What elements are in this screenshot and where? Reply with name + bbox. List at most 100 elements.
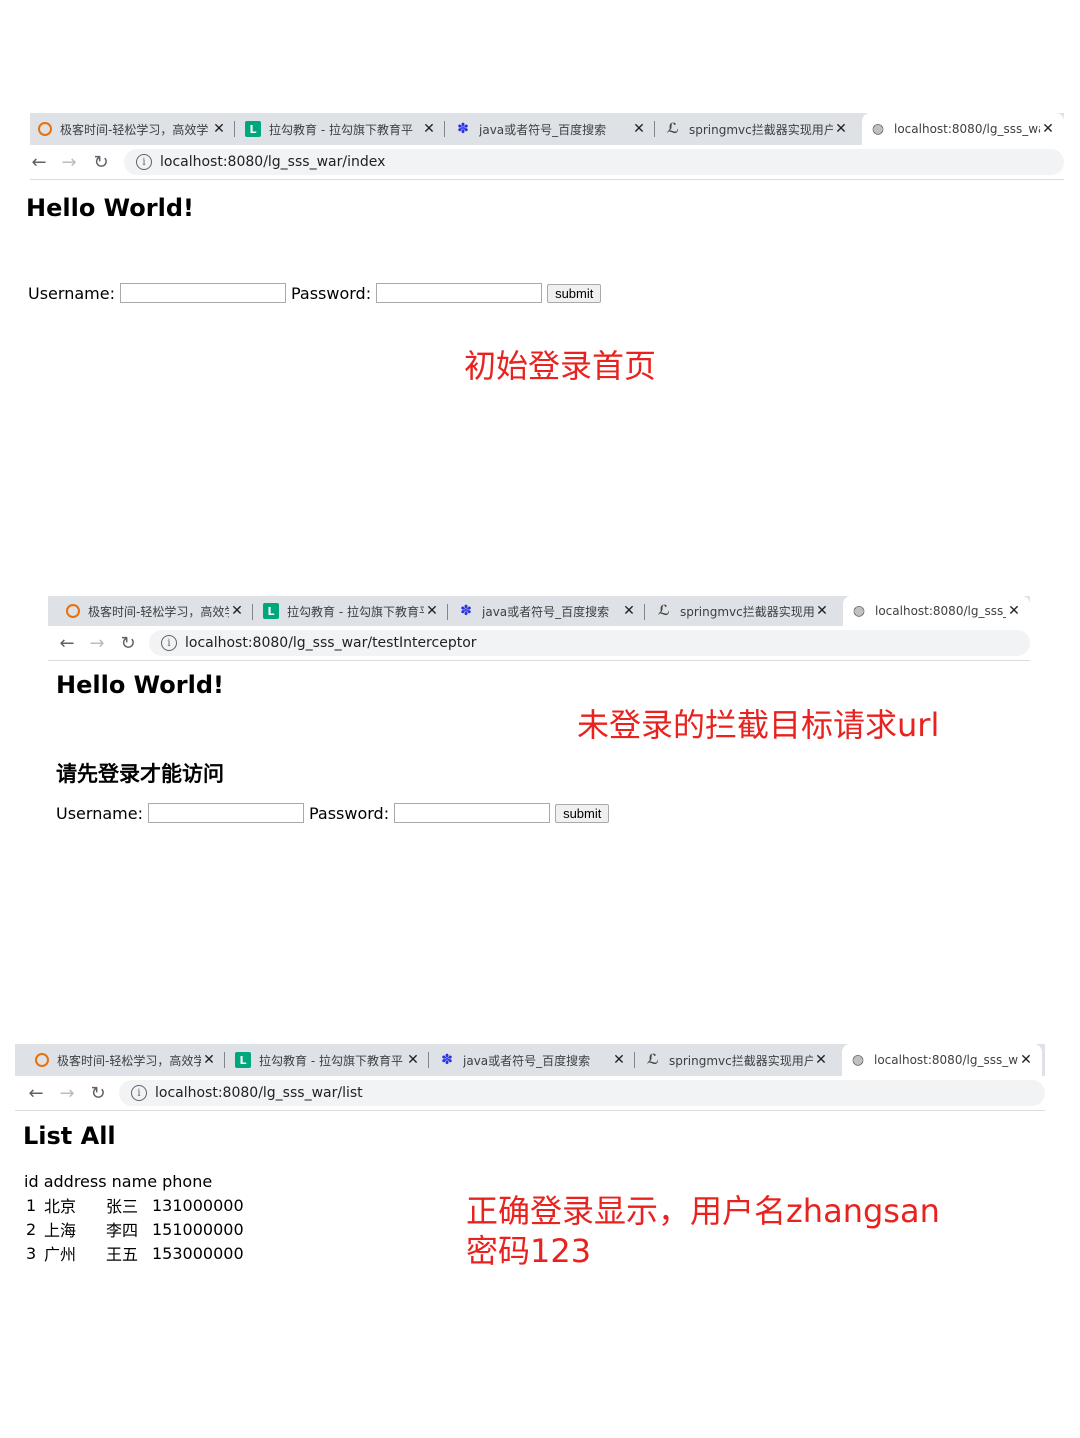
password-label: Password: — [308, 803, 390, 823]
tab-localhost[interactable]: ◍ localhost:8080/lg_sss_war ✕ — [862, 113, 1064, 145]
cell-address: 上海 — [44, 1221, 77, 1240]
close-icon[interactable]: ✕ — [201, 1052, 217, 1068]
password-input[interactable] — [394, 803, 551, 823]
page-heading: List All — [23, 1122, 116, 1150]
tab-lagou[interactable]: L 拉勾教育 - 拉勾旗下教育平 ✕ — [237, 113, 445, 145]
tab-lagou[interactable]: L 拉勾教育 - 拉勾旗下教育平 ✕ — [255, 596, 448, 626]
close-icon[interactable]: ✕ — [814, 603, 830, 619]
cell-phone: 151000000 — [152, 1219, 244, 1239]
login-form: Username: Password: submit — [28, 283, 602, 303]
tab-spring[interactable]: ℒ springmvc拦截器实现用户 ✕ — [637, 1044, 837, 1076]
tab-baidu[interactable]: ✽ java或者符号_百度搜索 ✕ — [447, 113, 655, 145]
header-phone: phone — [162, 1172, 213, 1191]
login-form: Username: Password: submit — [56, 803, 610, 823]
username-label: Username: — [56, 803, 143, 823]
browser-screenshot-list: 极客时间-轻松学习，高效学 ✕ L 拉勾教育 - 拉勾旗下教育平 ✕ ✽ jav… — [15, 1044, 1045, 1112]
cell-id: 1 — [26, 1195, 37, 1215]
close-icon[interactable]: ✕ — [211, 121, 227, 137]
geektime-icon — [66, 604, 80, 618]
close-icon[interactable]: ✕ — [833, 121, 849, 137]
tab-lagou[interactable]: L 拉勾教育 - 拉勾旗下教育平 ✕ — [227, 1044, 429, 1076]
password-label: Password: — [290, 283, 372, 303]
address-bar[interactable]: i localhost:8080/lg_sss_war/testIntercep… — [149, 630, 1030, 656]
cell-id: 2 — [26, 1219, 37, 1239]
spring-icon: ℒ — [658, 603, 670, 619]
tab-localhost[interactable]: ◍ localhost:8080/lg_sss_war ✕ — [843, 596, 1030, 626]
browser-screenshot-index: 极客时间-轻松学习，高效学 ✕ L 拉勾教育 - 拉勾旗下教育平 ✕ ✽ jav… — [30, 113, 1064, 183]
tab-localhost[interactable]: ◍ localhost:8080/lg_sss_war ✕ — [842, 1044, 1042, 1076]
close-icon[interactable]: ✕ — [421, 121, 437, 137]
page-heading: Hello World! — [26, 194, 194, 222]
back-arrow-icon[interactable]: ← — [23, 1080, 49, 1106]
close-icon[interactable]: ✕ — [1040, 121, 1056, 137]
table-row: 1 北京 张三 131000000 — [24, 1193, 246, 1217]
geektime-icon — [35, 1053, 49, 1067]
globe-icon: ◍ — [852, 603, 866, 619]
tab-geektime[interactable]: 极客时间-轻松学习，高效学 ✕ — [58, 596, 253, 626]
cell-phone: 131000000 — [152, 1195, 244, 1215]
close-icon[interactable]: ✕ — [424, 603, 440, 619]
spring-icon: ℒ — [647, 1052, 659, 1068]
address-bar[interactable]: i localhost:8080/lg_sss_war/list — [119, 1080, 1045, 1106]
reload-icon[interactable]: ↻ — [115, 630, 141, 656]
baidu-paw-icon: ✽ — [457, 121, 469, 137]
close-icon[interactable]: ✕ — [813, 1052, 829, 1068]
header-address: address — [43, 1172, 107, 1191]
close-icon[interactable]: ✕ — [611, 1052, 627, 1068]
spring-icon: ℒ — [667, 121, 679, 137]
url-text[interactable]: localhost:8080/lg_sss_war/index — [160, 154, 385, 170]
forward-arrow-icon[interactable]: → — [54, 1080, 80, 1106]
browser-screenshot-interceptor: 极客时间-轻松学习，高效学 ✕ L 拉勾教育 - 拉勾旗下教育平 ✕ ✽ jav… — [48, 596, 1030, 662]
header-name: name — [111, 1172, 158, 1191]
tab-baidu[interactable]: ✽ java或者符号_百度搜索 ✕ — [450, 596, 645, 626]
tab-geektime[interactable]: 极客时间-轻松学习，高效学 ✕ — [30, 113, 235, 145]
close-icon[interactable]: ✕ — [621, 603, 637, 619]
header-id: id — [24, 1172, 39, 1191]
close-icon[interactable]: ✕ — [631, 121, 647, 137]
browser-toolbar: ← → ↻ i localhost:8080/lg_sss_war/index — [30, 145, 1064, 180]
annotation-label: 初始登录首页 — [464, 347, 657, 385]
reload-icon[interactable]: ↻ — [85, 1080, 111, 1106]
close-icon[interactable]: ✕ — [1018, 1052, 1034, 1068]
tab-spring[interactable]: ℒ springmvc拦截器实现用户 ✕ — [648, 596, 838, 626]
back-arrow-icon[interactable]: ← — [26, 149, 52, 175]
info-icon[interactable]: i — [131, 1085, 147, 1101]
annotation-label: 正确登录显示，用户名zhangsan — [466, 1192, 940, 1230]
tab-baidu[interactable]: ✽ java或者符号_百度搜索 ✕ — [431, 1044, 635, 1076]
tab-strip: 极客时间-轻松学习，高效学 ✕ L 拉勾教育 - 拉勾旗下教育平 ✕ ✽ jav… — [15, 1044, 1045, 1076]
tab-geektime[interactable]: 极客时间-轻松学习，高效学 ✕ — [27, 1044, 225, 1076]
user-table: id address name phone 1 北京 张三 131000000 … — [24, 1170, 246, 1265]
close-icon[interactable]: ✕ — [405, 1052, 421, 1068]
annotation-label: 未登录的拦截目标请求url — [577, 706, 940, 744]
table-row: 3 广州 王五 153000000 — [24, 1241, 246, 1265]
url-text[interactable]: localhost:8080/lg_sss_war/list — [155, 1085, 363, 1101]
lagou-icon: L — [263, 603, 279, 619]
table-header-row: id address name phone — [24, 1170, 246, 1193]
password-input[interactable] — [376, 283, 543, 303]
submit-button[interactable]: submit — [555, 803, 610, 823]
username-label: Username: — [28, 283, 115, 303]
info-icon[interactable]: i — [136, 154, 152, 170]
annotation-label-line2: 密码123 — [466, 1232, 592, 1270]
submit-button[interactable]: submit — [547, 283, 602, 303]
forward-arrow-icon[interactable]: → — [56, 149, 82, 175]
cell-name: 张三 — [106, 1197, 139, 1216]
address-bar[interactable]: i localhost:8080/lg_sss_war/index — [124, 149, 1064, 175]
url-text[interactable]: localhost:8080/lg_sss_war/testIntercepto… — [185, 635, 477, 651]
tab-spring[interactable]: ℒ springmvc拦截器实现用户 ✕ — [657, 113, 857, 145]
username-input[interactable] — [119, 283, 286, 303]
cell-name: 王五 — [106, 1245, 139, 1264]
browser-toolbar: ← → ↻ i localhost:8080/lg_sss_war/testIn… — [48, 626, 1030, 661]
close-icon[interactable]: ✕ — [229, 603, 245, 619]
reload-icon[interactable]: ↻ — [88, 149, 114, 175]
info-icon[interactable]: i — [161, 635, 177, 651]
username-input[interactable] — [147, 803, 304, 823]
geektime-icon — [38, 122, 52, 136]
browser-toolbar: ← → ↻ i localhost:8080/lg_sss_war/list — [15, 1076, 1045, 1111]
globe-icon: ◍ — [851, 1052, 865, 1068]
cell-address: 北京 — [44, 1197, 77, 1216]
back-arrow-icon[interactable]: ← — [54, 630, 80, 656]
forward-arrow-icon[interactable]: → — [84, 630, 110, 656]
page-heading: Hello World! — [56, 671, 224, 699]
close-icon[interactable]: ✕ — [1006, 603, 1022, 619]
